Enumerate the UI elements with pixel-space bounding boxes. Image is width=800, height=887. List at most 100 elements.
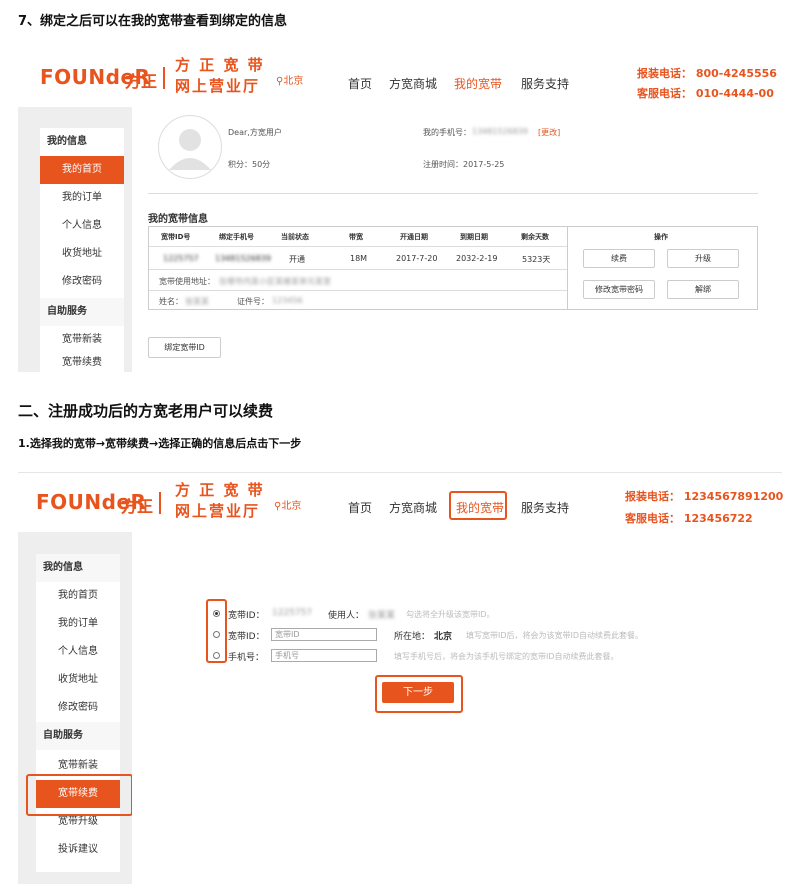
- avatar: [158, 115, 222, 179]
- sidebar-item-personal-info[interactable]: 个人信息: [36, 638, 120, 666]
- install-hotline: 报装电话： 1234567891200: [625, 490, 784, 503]
- col-phone: 绑定手机号: [219, 233, 254, 241]
- nav-support[interactable]: 服务支持: [521, 75, 569, 92]
- phone-label: 我的手机号：: [423, 128, 471, 137]
- cell-bandwidth: 18M: [350, 254, 368, 263]
- id-value: 123456: [272, 296, 303, 305]
- screenshot-my-broadband: FOUNdeR 方正 方 正 宽 带 网上营业厅 ⚲北京 首页 方宽商城 我的宽…: [18, 51, 782, 372]
- cell-phone: 13481526839: [215, 254, 271, 263]
- location-label: 北京: [281, 501, 302, 512]
- logo-divider: [163, 67, 165, 89]
- row2-location-label: 所在地：: [394, 632, 431, 642]
- highlight-box-nav: [449, 491, 507, 520]
- phone-input[interactable]: 手机号: [271, 649, 377, 662]
- slogan-line2: 网上营业厅: [175, 502, 261, 520]
- row3-label: 手机号：: [228, 653, 265, 663]
- location-selector[interactable]: ⚲北京: [274, 497, 301, 512]
- slogan-line1: 方 正 宽 带: [175, 56, 265, 74]
- register-time: 注册时间：2017-5-25: [423, 160, 505, 169]
- row3-hint: 填写手机号后，将会为该手机号绑定的宽带ID自动续费此套餐。: [394, 652, 619, 661]
- name-value: 张某某: [185, 297, 209, 306]
- col-ops: 操作: [654, 233, 668, 241]
- unbind-button[interactable]: 解绑: [667, 280, 739, 299]
- nav-home[interactable]: 首页: [348, 75, 372, 92]
- cell-id: 1225757: [163, 254, 199, 263]
- col-days-left: 剩余天数: [521, 233, 549, 241]
- sidebar-item-password[interactable]: 修改密码: [36, 694, 120, 722]
- sidebar: 我的信息 我的首页 我的订单 个人信息 收货地址 修改密码 自助服务 宽带新装 …: [36, 554, 120, 872]
- main-panel: Dear,方宽用户 积分：50分 我的手机号： 13481526839 [更改]…: [132, 107, 782, 372]
- broadband-id-input[interactable]: 宽带ID: [271, 628, 377, 641]
- row-divider: [149, 269, 567, 270]
- address-value: 在哪市内某小区某楼某单元某室: [219, 277, 331, 286]
- divider: [148, 193, 758, 194]
- step-heading-2: 1.选择我的宽带→宽带续费→选择正确的信息后点击下一步: [18, 437, 302, 450]
- service-hotline: 客服电话： 123456722: [625, 512, 753, 525]
- sidebar-item-orders[interactable]: 我的订单: [36, 610, 120, 638]
- renew-button[interactable]: 续费: [583, 249, 655, 268]
- sidebar-heading-self-service: 自助服务: [40, 298, 124, 326]
- slogan-line1: 方 正 宽 带: [175, 481, 265, 499]
- location-selector[interactable]: ⚲北京: [276, 72, 303, 87]
- row-divider: [149, 290, 567, 291]
- sidebar-item-orders[interactable]: 我的订单: [40, 184, 124, 212]
- radio-existing-id[interactable]: [213, 610, 220, 617]
- install-hotline: 报装电话： 800-4245556: [637, 67, 777, 80]
- sidebar-heading-my-info: 我的信息: [36, 554, 120, 582]
- name-label: 姓名：: [159, 297, 183, 306]
- cell-open-date: 2017-7-20: [396, 254, 438, 263]
- radio-enter-id[interactable]: [213, 631, 220, 638]
- founder-logo-cn: 方正: [121, 497, 154, 516]
- site-header: FOUNdeR 方正 方 正 宽 带 网上营业厅 ⚲北京 首页 方宽商城 我的宽…: [18, 472, 784, 532]
- col-bandwidth: 带宽: [349, 233, 363, 241]
- row1-user-value: 张某某: [368, 611, 396, 621]
- nav-mall[interactable]: 方宽商城: [389, 499, 437, 516]
- row2-location-value: 北京: [434, 632, 453, 642]
- col-open-date: 开通日期: [400, 233, 428, 241]
- cell-expire-date: 2032-2-19: [456, 254, 498, 263]
- highlight-box-renew: [26, 774, 133, 816]
- row1-hint: 勾选将全升级该宽带ID。: [406, 610, 495, 619]
- sidebar-item-password[interactable]: 修改密码: [40, 268, 124, 296]
- founder-logo-cn: 方正: [125, 72, 158, 91]
- sidebar-item-address[interactable]: 收货地址: [40, 240, 124, 268]
- logo-divider: [159, 492, 161, 514]
- sidebar-item-personal-info[interactable]: 个人信息: [40, 212, 124, 240]
- sidebar: 我的信息 我的首页 我的订单 个人信息 收货地址 修改密码 自助服务 宽带新装 …: [40, 128, 124, 372]
- nav-my-broadband[interactable]: 我的宽带: [454, 75, 502, 92]
- sidebar-item-feedback[interactable]: 投诉建议: [36, 836, 120, 864]
- location-label: 北京: [283, 76, 304, 87]
- cell-days-left: 5323天: [522, 255, 551, 264]
- change-password-button[interactable]: 修改宽带密码: [583, 280, 655, 299]
- broadband-table: 宽带ID号 绑定手机号 当前状态 带宽 开通日期 到期日期 剩余天数 12257…: [148, 226, 758, 310]
- service-hotline: 客服电话： 010-4444-00: [637, 87, 774, 100]
- next-step-button[interactable]: 下一步: [382, 682, 454, 703]
- sidebar-heading-self-service: 自助服务: [36, 722, 120, 750]
- sidebar-item-new-install[interactable]: 宽带新装: [40, 326, 124, 354]
- user-silhouette-icon: [169, 129, 211, 170]
- change-phone-link[interactable]: [更改]: [538, 127, 560, 138]
- radio-enter-phone[interactable]: [213, 652, 220, 659]
- ops-divider: [567, 227, 568, 309]
- col-expire-date: 到期日期: [460, 233, 488, 241]
- sidebar-item-home[interactable]: 我的首页: [36, 582, 120, 610]
- content-area: 我的信息 我的首页 我的订单 个人信息 收货地址 修改密码 自助服务 宽带新装 …: [18, 532, 782, 884]
- col-status: 当前状态: [281, 233, 309, 241]
- nav-mall[interactable]: 方宽商城: [389, 75, 437, 92]
- bind-id-button[interactable]: 绑定宽带ID: [148, 337, 221, 358]
- row1-user-label: 使用人：: [328, 611, 365, 621]
- upgrade-button[interactable]: 升级: [667, 249, 739, 268]
- sidebar-item-home[interactable]: 我的首页: [40, 156, 124, 184]
- nav-support[interactable]: 服务支持: [521, 499, 569, 516]
- row1-id-value: 1225757: [272, 608, 313, 618]
- sidebar-item-address[interactable]: 收货地址: [36, 666, 120, 694]
- id-label: 证件号：: [237, 297, 269, 306]
- row2-label: 宽带ID：: [228, 632, 265, 642]
- nav-home[interactable]: 首页: [348, 499, 372, 516]
- col-id: 宽带ID号: [161, 233, 191, 241]
- header-top-border: [18, 472, 782, 473]
- cell-status: 开通: [289, 255, 305, 264]
- sidebar-item-renew[interactable]: 宽带续费: [40, 354, 124, 372]
- row2-hint: 填写宽带ID后，将会为该宽带ID自动续费此套餐。: [466, 631, 644, 640]
- row1-label: 宽带ID：: [228, 611, 265, 621]
